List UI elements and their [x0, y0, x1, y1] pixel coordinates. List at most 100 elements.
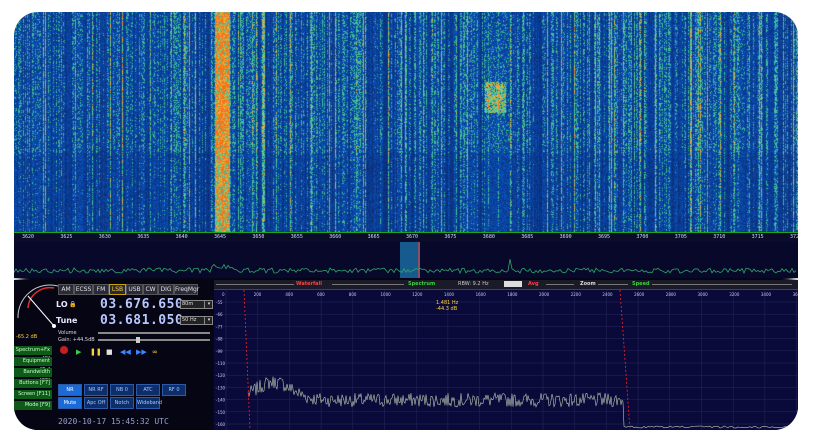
frequency-tick-label: 3640	[175, 234, 188, 240]
dsp-button-notch[interactable]: Notch	[110, 397, 134, 409]
db-tick-label: -88	[216, 337, 223, 342]
mode-button-cw[interactable]: CW	[143, 284, 158, 295]
audio-spectrum[interactable]: -55-66-77-88-99-110-120-130-140-150-160 …	[214, 290, 798, 430]
marker-level: -44.3 dB	[436, 306, 458, 312]
side-button[interactable]: Bandwidth [F8]	[14, 368, 52, 384]
stop-icon[interactable]: ■	[106, 348, 113, 356]
frequency-tick-label: 3715	[751, 234, 764, 240]
spectrum-toolbar: Waterfall Spectrum RBW: 9.2 Hz Avg Zoom …	[214, 280, 798, 290]
gain-slider[interactable]	[98, 339, 210, 341]
side-button[interactable]: Screen [F11]	[14, 390, 52, 399]
step-select[interactable]: 50 Hz	[180, 316, 207, 325]
frequency-tick-label: 3635	[137, 234, 150, 240]
control-panel: -65.2 dB AM ECSS FM LSB USB CW DIG FreqMgr LO 🔒…	[14, 280, 214, 430]
db-tick-label: -66	[216, 312, 223, 317]
frequency-tick-label: 3650	[252, 234, 265, 240]
hz-tick-label: 3000	[698, 292, 709, 297]
dsp-button-nr[interactable]: NR	[58, 384, 82, 396]
db-tick-label: -55	[216, 300, 223, 305]
dsp-button-apc-off[interactable]: Apc Off	[84, 397, 108, 409]
sdr-application-window: 3620 3625 3630 3635 3640 3645 3650 3655 3660 3665…	[14, 12, 798, 430]
hz-tick-label: 1800	[507, 292, 518, 297]
waterfall-tab[interactable]: Waterfall	[296, 281, 322, 287]
mode-button-lsb[interactable]: LSB	[109, 284, 126, 295]
mode-button-ecss[interactable]: ECSS	[74, 284, 93, 295]
frequency-tick-label: 3620	[22, 234, 35, 240]
hz-tick-label: 600	[317, 292, 325, 297]
mode-button-freqmgr[interactable]: FreqMgr	[174, 284, 199, 295]
signal-meter	[17, 284, 59, 328]
mode-button-dig[interactable]: DIG	[158, 284, 174, 295]
speed-label[interactable]: Speed	[632, 281, 650, 287]
hz-tick-label: 2600	[634, 292, 645, 297]
hz-tick-label: 3400	[761, 292, 772, 297]
frequency-tick-label: 3655	[290, 234, 303, 240]
db-tick-label: -160	[216, 422, 226, 427]
tune-label: Tune	[56, 316, 78, 325]
pause-icon[interactable]: ❚❚	[90, 348, 102, 356]
dsp-button-nr-rf[interactable]: NR RF	[84, 384, 108, 396]
side-button[interactable]: Mode [F9]	[14, 401, 52, 410]
gain-label: Gain: +44.5dB	[58, 337, 95, 343]
db-tick-label: -140	[216, 398, 226, 403]
speed-slider[interactable]	[652, 284, 792, 285]
tune-frequency[interactable]: 03.681.050	[100, 313, 183, 328]
record-icon[interactable]	[60, 346, 68, 354]
frequency-tick-label: 3695	[598, 234, 611, 240]
hz-tick-label: 2800	[666, 292, 677, 297]
dsp-button-nb-0[interactable]: NB 0	[110, 384, 134, 396]
frequency-tick-label: 3645	[214, 234, 227, 240]
volume-slider[interactable]	[98, 332, 210, 334]
db-tick-label: -99	[216, 349, 223, 354]
lo-label: LO	[56, 300, 68, 309]
db-tick-label: -120	[216, 373, 226, 378]
hz-tick-label: 200	[254, 292, 262, 297]
dsp-button-mute[interactable]: Mute	[58, 397, 82, 409]
mode-button-fm[interactable]: FM	[93, 284, 109, 295]
frequency-tick-label: 3685	[521, 234, 534, 240]
overview-spectrum[interactable]	[14, 242, 798, 278]
db-tick-label: -77	[216, 324, 223, 329]
volume-label: Volume	[58, 330, 77, 336]
side-button[interactable]: Equipment [Fx]	[14, 357, 52, 373]
mode-button-am[interactable]: AM	[58, 284, 74, 295]
spectrum-slider[interactable]	[332, 284, 404, 285]
side-button[interactable]: Buttons [F7]	[14, 379, 52, 388]
step-dropdown-chevron-icon[interactable]: ▾	[204, 316, 213, 325]
hz-tick-label: 400	[285, 292, 293, 297]
band-dropdown-chevron-icon[interactable]: ▾	[204, 300, 213, 309]
waterfall-slider[interactable]	[216, 284, 294, 285]
play-icon[interactable]: ▶	[76, 348, 81, 356]
lo-frequency[interactable]: 03.676.650	[100, 297, 183, 312]
loop-icon[interactable]: ∞	[152, 348, 158, 356]
frequency-tick-label: 3680	[482, 234, 495, 240]
meter-needle	[27, 295, 55, 327]
band-select[interactable]: 80m	[180, 300, 207, 309]
side-button[interactable]: Spectrum+Fx [S]	[14, 346, 52, 362]
lock-icon[interactable]: 🔒	[69, 301, 76, 308]
hz-tick-label: 1600	[476, 292, 487, 297]
db-tick-label: -150	[216, 410, 226, 415]
spectrum-tab[interactable]: Spectrum	[408, 281, 435, 287]
frequency-tick-label: 3690	[559, 234, 572, 240]
frequency-tick-label: 3700	[636, 234, 649, 240]
hz-tick-label: 2200	[571, 292, 582, 297]
avg-slider[interactable]	[546, 284, 574, 285]
frequency-tick-label: 3710	[713, 234, 726, 240]
mode-button-usb[interactable]: USB	[126, 284, 143, 295]
dsp-button-atc[interactable]: ATC	[136, 384, 160, 396]
fast-forward-icon[interactable]: ▶▶	[136, 348, 147, 356]
zoom-label[interactable]: Zoom	[580, 281, 596, 287]
hz-tick-label: 1200	[412, 292, 423, 297]
rbw-select[interactable]	[504, 281, 522, 287]
waterfall-display[interactable]	[14, 12, 798, 232]
frequency-tick-label: 3705	[674, 234, 687, 240]
meter-reading: -65.2 dB	[16, 334, 38, 340]
dsp-button-rf-0[interactable]: RF 0	[162, 384, 186, 396]
avg-label[interactable]: Avg	[528, 281, 539, 287]
zoom-slider[interactable]	[598, 284, 628, 285]
gain-slider-thumb[interactable]	[136, 337, 140, 343]
dsp-button-wideband[interactable]: Wideband	[136, 397, 162, 409]
frequency-tick-label: 3670	[406, 234, 419, 240]
rewind-icon[interactable]: ◀◀	[120, 348, 131, 356]
